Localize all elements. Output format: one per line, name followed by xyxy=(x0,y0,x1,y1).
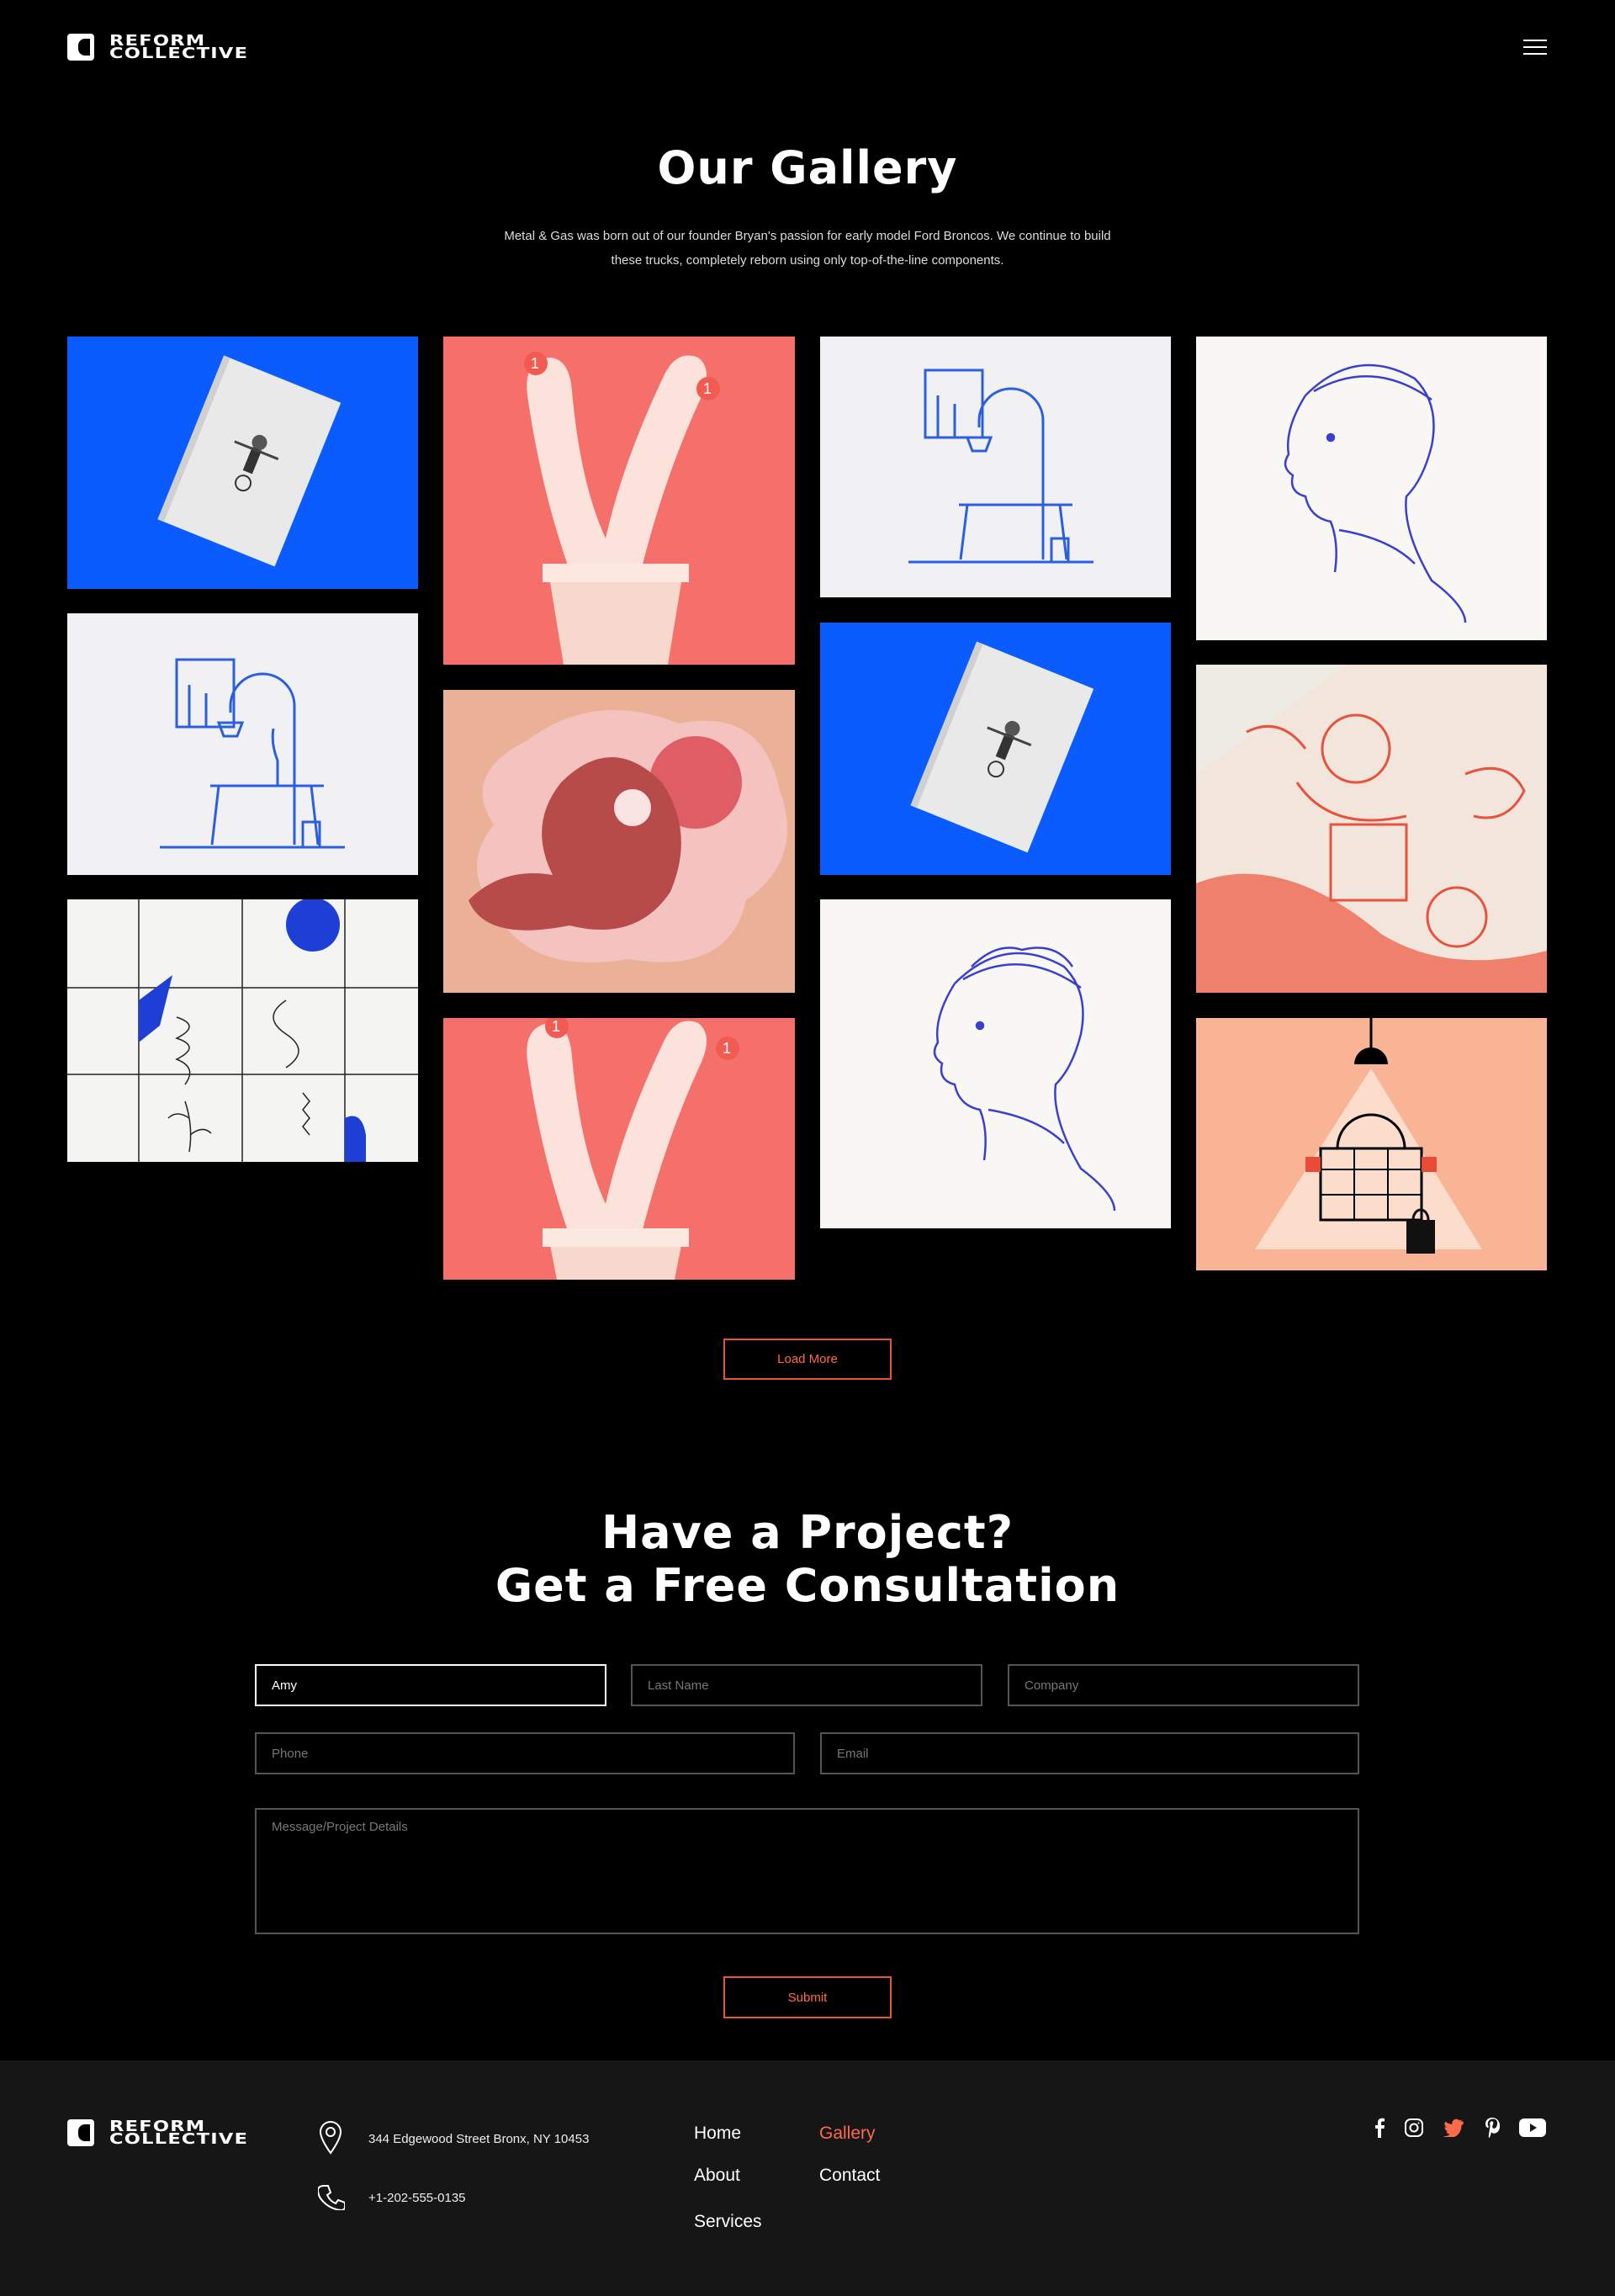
first-name-field[interactable] xyxy=(255,1664,606,1706)
footer-nav-contact[interactable]: Contact xyxy=(819,2166,880,2186)
message-field[interactable] xyxy=(255,1808,1359,1934)
svg-text:1: 1 xyxy=(531,355,539,372)
logo-wordmark: REFORM COLLECTIVE xyxy=(109,34,249,62)
woman-hair-illustration xyxy=(469,710,787,962)
footer: REFORM COLLECTIVE 344 Edgewood Street Br… xyxy=(0,2060,1615,2296)
email-field[interactable] xyxy=(820,1732,1359,1774)
gallery-item-book-blue-2[interactable] xyxy=(820,623,1171,875)
greek-head-illustration xyxy=(933,947,1116,1212)
footer-nav-gallery[interactable]: Gallery xyxy=(819,2124,876,2144)
gallery-item-sketch-grid[interactable] xyxy=(67,899,418,1162)
gallery-item-desk-lamp-2[interactable] xyxy=(820,337,1171,597)
gallery-item-greek-head-2[interactable] xyxy=(820,899,1171,1228)
footer-logo[interactable]: REFORM COLLECTIVE xyxy=(67,2119,247,2147)
footer-nav-about[interactable]: About xyxy=(694,2166,740,2186)
pinterest-icon[interactable] xyxy=(1485,2118,1500,2138)
desk-lamp-illustration xyxy=(908,369,1093,564)
footer-address: 344 Edgewood Street Bronx, NY 10453 xyxy=(368,2132,590,2146)
sketch-grid-illustration xyxy=(67,899,418,1162)
instagram-icon[interactable] xyxy=(1405,2118,1423,2137)
desk-lamp-illustration xyxy=(160,658,345,849)
gallery-item-greek-head-1[interactable] xyxy=(1196,337,1547,640)
postcard-illustration xyxy=(1196,665,1547,993)
youtube-icon[interactable] xyxy=(1519,2118,1546,2137)
logo-line-2: COLLECTIVE xyxy=(109,2130,249,2148)
contact-title-line-2: Get a Free Consultation xyxy=(495,1559,1120,1612)
facebook-icon[interactable] xyxy=(1374,2118,1385,2138)
half-circle-logo-icon xyxy=(67,2119,94,2146)
gallery-item-postcard[interactable] xyxy=(1196,665,1547,993)
cactus-illustration: 1 1 xyxy=(524,352,720,665)
book-illustration xyxy=(157,355,342,567)
last-name-field[interactable] xyxy=(631,1664,982,1706)
phone-icon xyxy=(318,2185,345,2210)
gallery-item-desk-lamp[interactable] xyxy=(67,613,418,875)
svg-text:1: 1 xyxy=(552,1018,560,1035)
svg-text:1: 1 xyxy=(723,1040,731,1057)
footer-nav-services[interactable]: Services xyxy=(694,2212,762,2232)
header-logo[interactable]: REFORM COLLECTIVE xyxy=(67,34,247,61)
svg-text:1: 1 xyxy=(703,380,712,397)
gallery-intro: Metal & Gas was born out of our founder … xyxy=(504,229,1111,268)
logo-wordmark: REFORM COLLECTIVE xyxy=(109,2119,249,2148)
phone-field[interactable] xyxy=(255,1732,795,1774)
logo-line-2: COLLECTIVE xyxy=(109,45,249,62)
contact-title-line-1: Have a Project? xyxy=(601,1506,1014,1559)
gallery-item-cactus-1[interactable]: 1 1 xyxy=(443,337,795,665)
hamburger-menu-icon[interactable] xyxy=(1523,40,1547,55)
greek-head-illustration xyxy=(1284,363,1467,623)
book-illustration xyxy=(910,641,1094,853)
gallery-item-woman-hair[interactable] xyxy=(443,690,795,993)
gallery-item-book-blue[interactable] xyxy=(67,337,418,589)
gallery-item-shopping-basket[interactable] xyxy=(1196,1018,1547,1270)
footer-phone: +1-202-555-0135 xyxy=(368,2191,466,2205)
load-more-button[interactable]: Load More xyxy=(723,1339,892,1380)
company-field[interactable] xyxy=(1008,1664,1359,1706)
cactus-illustration: 1 1 xyxy=(527,1018,739,1280)
shopping-basket-illustration xyxy=(1255,1018,1482,1254)
gallery-title: Our Gallery xyxy=(657,141,958,194)
gallery-item-cactus-2[interactable]: 1 1 xyxy=(443,1018,795,1280)
submit-button[interactable]: Submit xyxy=(723,1976,892,2018)
footer-nav-home[interactable]: Home xyxy=(694,2124,741,2144)
half-circle-logo-icon xyxy=(67,34,94,61)
twitter-icon[interactable] xyxy=(1442,2118,1464,2137)
location-pin-icon xyxy=(319,2121,342,2155)
